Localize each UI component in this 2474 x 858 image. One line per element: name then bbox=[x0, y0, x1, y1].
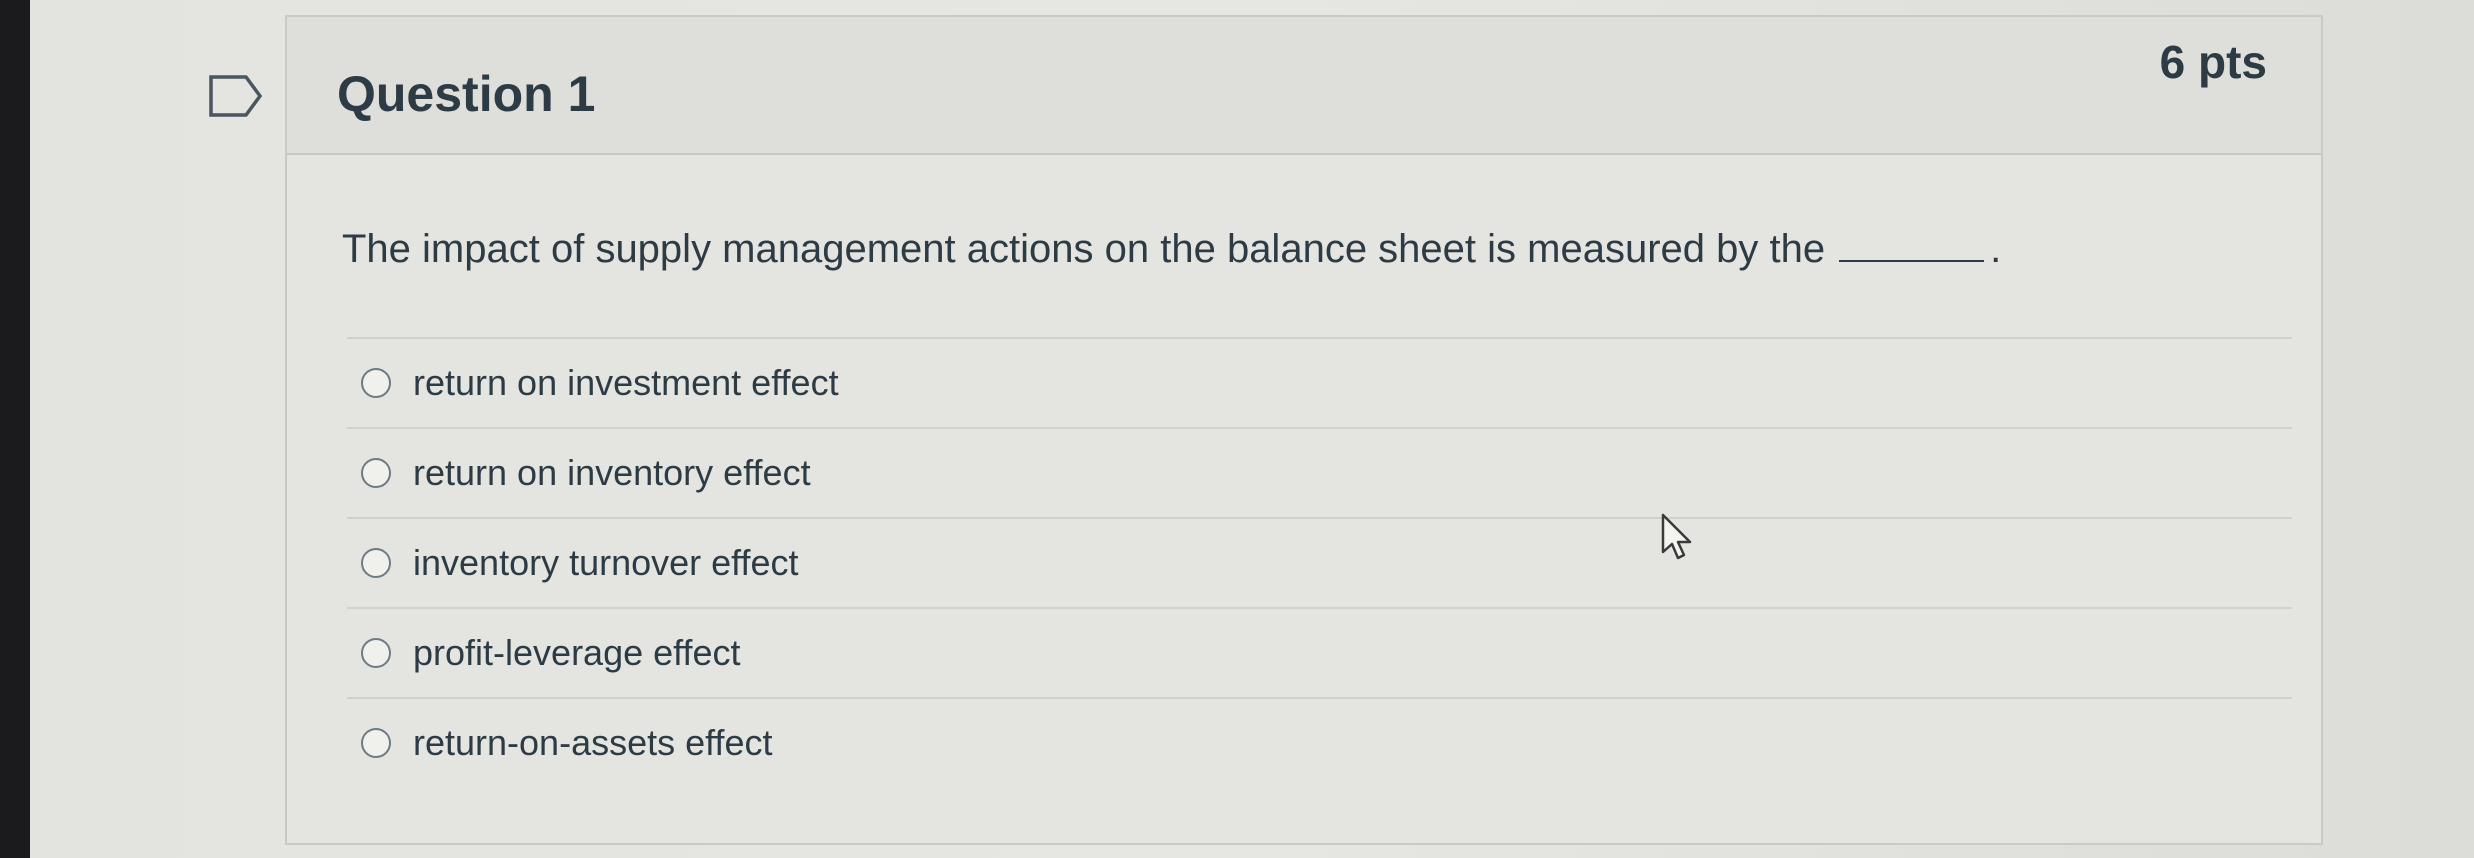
question-header: Question 1 6 pts bbox=[287, 17, 2321, 155]
question-body: The impact of supply management actions … bbox=[287, 155, 2321, 845]
answer-label: return-on-assets effect bbox=[413, 722, 773, 763]
question-prompt-text: The impact of supply management actions … bbox=[342, 227, 1826, 271]
question-prompt: The impact of supply management actions … bbox=[342, 227, 2001, 272]
radio-button[interactable] bbox=[361, 368, 391, 398]
radio-button[interactable] bbox=[361, 458, 391, 488]
radio-button[interactable] bbox=[361, 728, 391, 758]
question-title: Question 1 bbox=[337, 66, 596, 122]
answer-option[interactable]: profit-leverage effect bbox=[347, 607, 2292, 697]
answer-label: return on investment effect bbox=[413, 362, 839, 403]
question-card: Question 1 6 pts The impact of supply ma… bbox=[285, 15, 2323, 845]
mouse-pointer-icon bbox=[1661, 513, 1692, 560]
answer-option[interactable]: return-on-assets effect bbox=[347, 697, 2292, 787]
answer-label: inventory turnover effect bbox=[413, 542, 799, 583]
radio-button[interactable] bbox=[361, 548, 391, 578]
answer-label: profit-leverage effect bbox=[413, 632, 741, 673]
answer-option[interactable]: return on inventory effect bbox=[347, 427, 2292, 517]
quiz-page: Question 1 6 pts The impact of supply ma… bbox=[30, 0, 2474, 858]
flag-question-icon[interactable] bbox=[208, 74, 264, 118]
question-prompt-end: . bbox=[1990, 227, 2002, 271]
answer-label: return on inventory effect bbox=[413, 452, 811, 493]
radio-button[interactable] bbox=[361, 638, 391, 668]
answer-option[interactable]: inventory turnover effect bbox=[347, 517, 2292, 607]
answer-list: return on investment effect return on in… bbox=[347, 337, 2292, 787]
answer-option[interactable]: return on investment effect bbox=[347, 337, 2292, 427]
question-points: 6 pts bbox=[2159, 36, 2267, 88]
fill-in-blank bbox=[1839, 230, 1985, 262]
dark-left-edge bbox=[0, 0, 30, 858]
